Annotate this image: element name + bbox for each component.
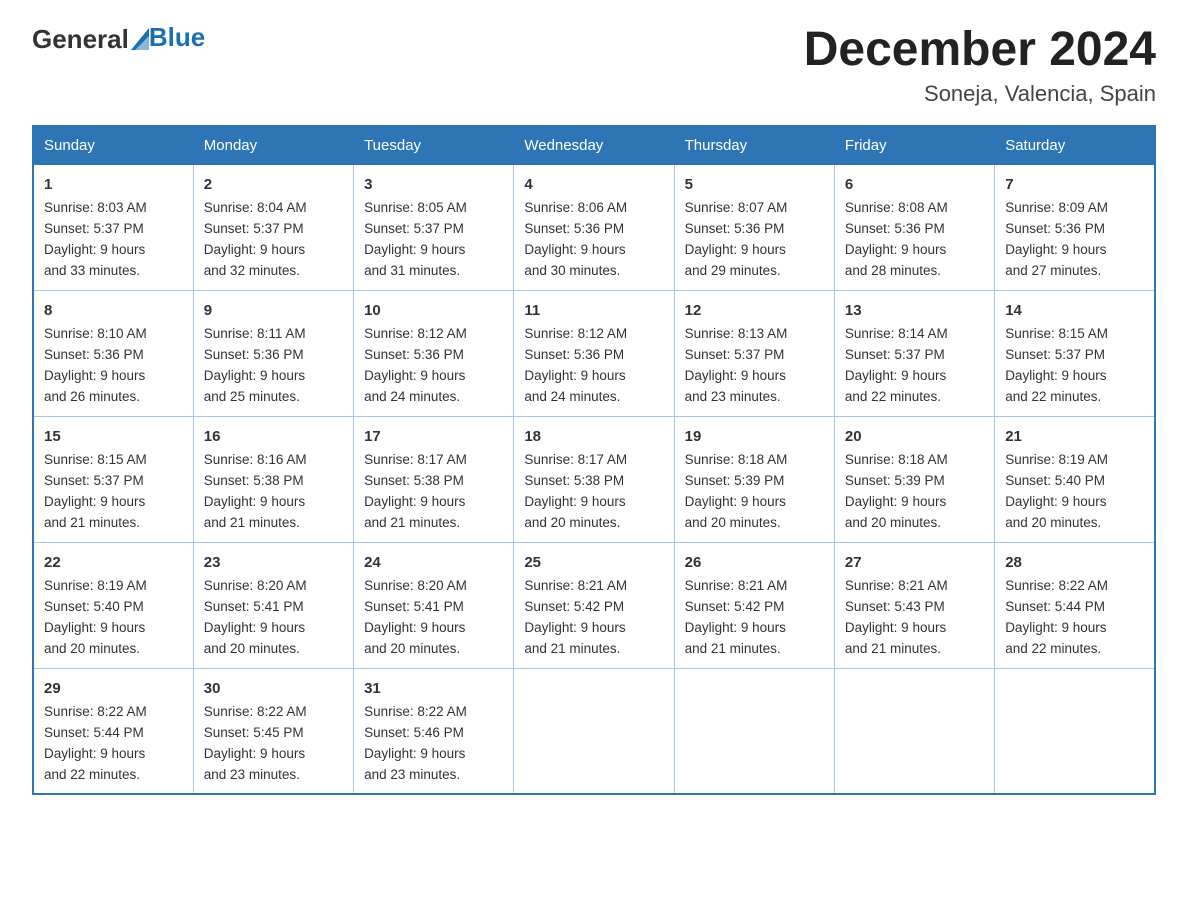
calendar-header-row: SundayMondayTuesdayWednesdayThursdayFrid…: [33, 126, 1155, 165]
calendar-cell: 29Sunrise: 8:22 AMSunset: 5:44 PMDayligh…: [33, 668, 193, 794]
calendar-cell: 22Sunrise: 8:19 AMSunset: 5:40 PMDayligh…: [33, 542, 193, 668]
day-number: 15: [44, 425, 183, 448]
day-number: 19: [685, 425, 824, 448]
calendar-cell: [514, 668, 674, 794]
day-number: 13: [845, 299, 984, 322]
day-number: 14: [1005, 299, 1144, 322]
week-row-2: 8Sunrise: 8:10 AMSunset: 5:36 PMDaylight…: [33, 290, 1155, 416]
day-number: 25: [524, 551, 663, 574]
day-number: 7: [1005, 173, 1144, 196]
calendar-cell: 14Sunrise: 8:15 AMSunset: 5:37 PMDayligh…: [995, 290, 1155, 416]
calendar-cell: 21Sunrise: 8:19 AMSunset: 5:40 PMDayligh…: [995, 416, 1155, 542]
day-number: 12: [685, 299, 824, 322]
calendar-cell: 2Sunrise: 8:04 AMSunset: 5:37 PMDaylight…: [193, 164, 353, 290]
calendar-cell: 1Sunrise: 8:03 AMSunset: 5:37 PMDaylight…: [33, 164, 193, 290]
calendar-cell: 13Sunrise: 8:14 AMSunset: 5:37 PMDayligh…: [834, 290, 994, 416]
calendar-cell: 12Sunrise: 8:13 AMSunset: 5:37 PMDayligh…: [674, 290, 834, 416]
calendar-cell: 19Sunrise: 8:18 AMSunset: 5:39 PMDayligh…: [674, 416, 834, 542]
header-tuesday: Tuesday: [354, 126, 514, 165]
day-number: 30: [204, 677, 343, 700]
header-wednesday: Wednesday: [514, 126, 674, 165]
day-number: 21: [1005, 425, 1144, 448]
calendar-cell: 9Sunrise: 8:11 AMSunset: 5:36 PMDaylight…: [193, 290, 353, 416]
day-number: 22: [44, 551, 183, 574]
header-sunday: Sunday: [33, 126, 193, 165]
calendar-cell: 6Sunrise: 8:08 AMSunset: 5:36 PMDaylight…: [834, 164, 994, 290]
day-number: 29: [44, 677, 183, 700]
calendar-cell: [995, 668, 1155, 794]
calendar-cell: 8Sunrise: 8:10 AMSunset: 5:36 PMDaylight…: [33, 290, 193, 416]
calendar-cell: 5Sunrise: 8:07 AMSunset: 5:36 PMDaylight…: [674, 164, 834, 290]
header-monday: Monday: [193, 126, 353, 165]
calendar-cell: 30Sunrise: 8:22 AMSunset: 5:45 PMDayligh…: [193, 668, 353, 794]
day-number: 28: [1005, 551, 1144, 574]
calendar-cell: 27Sunrise: 8:21 AMSunset: 5:43 PMDayligh…: [834, 542, 994, 668]
calendar-cell: 16Sunrise: 8:16 AMSunset: 5:38 PMDayligh…: [193, 416, 353, 542]
calendar-cell: [674, 668, 834, 794]
title-section: December 2024 Soneja, Valencia, Spain: [804, 24, 1156, 107]
calendar-cell: 20Sunrise: 8:18 AMSunset: 5:39 PMDayligh…: [834, 416, 994, 542]
calendar-cell: 23Sunrise: 8:20 AMSunset: 5:41 PMDayligh…: [193, 542, 353, 668]
header-thursday: Thursday: [674, 126, 834, 165]
calendar-cell: 10Sunrise: 8:12 AMSunset: 5:36 PMDayligh…: [354, 290, 514, 416]
week-row-1: 1Sunrise: 8:03 AMSunset: 5:37 PMDaylight…: [33, 164, 1155, 290]
day-number: 6: [845, 173, 984, 196]
logo-blue-text: Blue: [149, 22, 205, 53]
day-number: 9: [204, 299, 343, 322]
day-number: 16: [204, 425, 343, 448]
day-number: 2: [204, 173, 343, 196]
page-subtitle: Soneja, Valencia, Spain: [804, 81, 1156, 107]
week-row-5: 29Sunrise: 8:22 AMSunset: 5:44 PMDayligh…: [33, 668, 1155, 794]
day-number: 11: [524, 299, 663, 322]
calendar-cell: 18Sunrise: 8:17 AMSunset: 5:38 PMDayligh…: [514, 416, 674, 542]
calendar-cell: 17Sunrise: 8:17 AMSunset: 5:38 PMDayligh…: [354, 416, 514, 542]
calendar-cell: 24Sunrise: 8:20 AMSunset: 5:41 PMDayligh…: [354, 542, 514, 668]
calendar-cell: 15Sunrise: 8:15 AMSunset: 5:37 PMDayligh…: [33, 416, 193, 542]
logo: General Blue: [32, 24, 205, 55]
calendar-cell: 25Sunrise: 8:21 AMSunset: 5:42 PMDayligh…: [514, 542, 674, 668]
week-row-3: 15Sunrise: 8:15 AMSunset: 5:37 PMDayligh…: [33, 416, 1155, 542]
calendar-cell: 3Sunrise: 8:05 AMSunset: 5:37 PMDaylight…: [354, 164, 514, 290]
day-number: 24: [364, 551, 503, 574]
calendar-cell: 26Sunrise: 8:21 AMSunset: 5:42 PMDayligh…: [674, 542, 834, 668]
logo-general-text: General: [32, 24, 129, 55]
calendar-cell: 28Sunrise: 8:22 AMSunset: 5:44 PMDayligh…: [995, 542, 1155, 668]
calendar-table: SundayMondayTuesdayWednesdayThursdayFrid…: [32, 125, 1156, 796]
day-number: 10: [364, 299, 503, 322]
calendar-cell: 11Sunrise: 8:12 AMSunset: 5:36 PMDayligh…: [514, 290, 674, 416]
page-title: December 2024: [804, 24, 1156, 77]
day-number: 27: [845, 551, 984, 574]
week-row-4: 22Sunrise: 8:19 AMSunset: 5:40 PMDayligh…: [33, 542, 1155, 668]
logo-arrow-icon: [131, 28, 149, 50]
calendar-cell: 31Sunrise: 8:22 AMSunset: 5:46 PMDayligh…: [354, 668, 514, 794]
day-number: 4: [524, 173, 663, 196]
day-number: 18: [524, 425, 663, 448]
day-number: 17: [364, 425, 503, 448]
day-number: 20: [845, 425, 984, 448]
day-number: 1: [44, 173, 183, 196]
calendar-cell: 7Sunrise: 8:09 AMSunset: 5:36 PMDaylight…: [995, 164, 1155, 290]
header-friday: Friday: [834, 126, 994, 165]
calendar-cell: 4Sunrise: 8:06 AMSunset: 5:36 PMDaylight…: [514, 164, 674, 290]
day-number: 23: [204, 551, 343, 574]
calendar-cell: [834, 668, 994, 794]
day-number: 3: [364, 173, 503, 196]
header-saturday: Saturday: [995, 126, 1155, 165]
day-number: 8: [44, 299, 183, 322]
day-number: 26: [685, 551, 824, 574]
day-number: 31: [364, 677, 503, 700]
page-header: General Blue December 2024 Soneja, Valen…: [32, 24, 1156, 107]
day-number: 5: [685, 173, 824, 196]
